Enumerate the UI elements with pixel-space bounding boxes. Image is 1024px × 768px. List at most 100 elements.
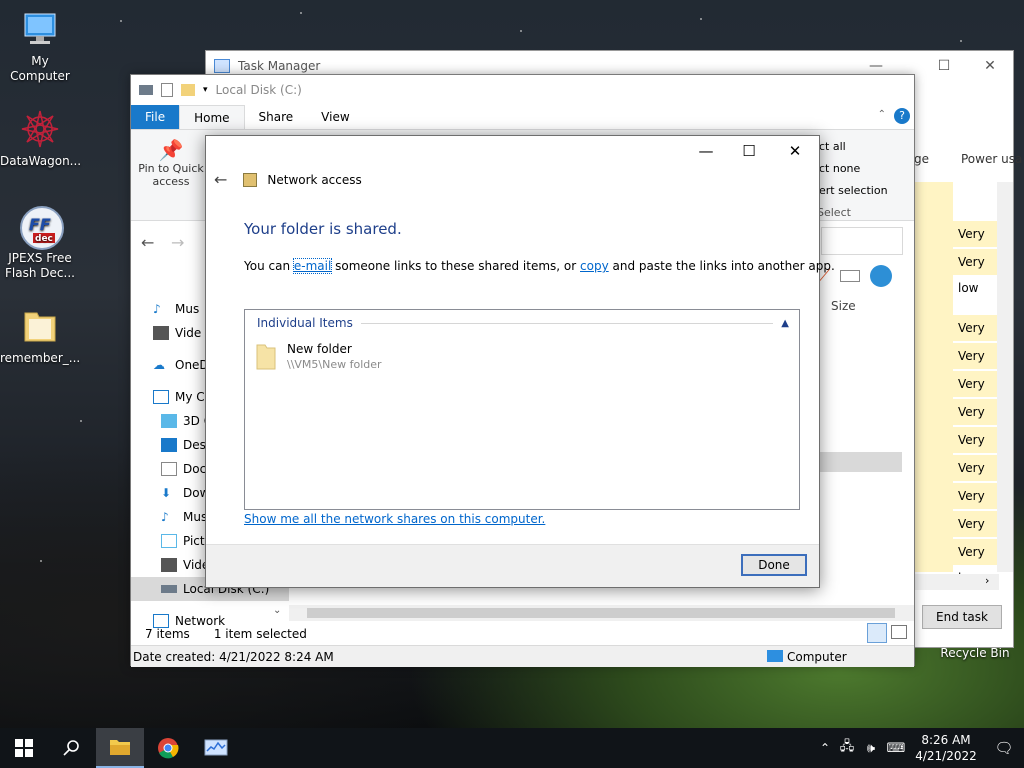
nav-item-videos-2[interactable]: Vide [161, 553, 209, 577]
task-manager-column-header[interactable]: ge [914, 152, 929, 166]
tab-view[interactable]: View [307, 105, 363, 129]
video-icon [153, 326, 169, 340]
content-hscroll[interactable] [289, 605, 914, 621]
pin-icon: 📌 [158, 138, 184, 162]
nav-item-music[interactable]: ♪ Mus [153, 297, 199, 321]
copy-link[interactable]: copy [580, 259, 609, 273]
select-all-button[interactable]: ct all [819, 140, 846, 153]
desktop-icon-my-computer[interactable]: My Computer [0, 8, 80, 84]
tab-home[interactable]: Home [179, 105, 245, 129]
power-usage-cell: Very low [953, 539, 997, 585]
ffdec-icon: FF dec [19, 205, 64, 250]
task-manager-column-power[interactable]: Power usa [961, 152, 1022, 166]
desktop-icon-remember[interactable]: remember_... [0, 305, 80, 366]
end-task-button[interactable]: End task [922, 605, 1002, 629]
nav-scroll-down-icon[interactable]: ⌄ [273, 605, 281, 616]
nav-item-videos[interactable]: Vide [153, 321, 201, 345]
nav-item-my-computer[interactable]: My Co [153, 385, 212, 409]
individual-items-group: Individual Items ▲ New folder \\VM5\New … [244, 309, 800, 510]
nav-item-documents[interactable]: Doc [161, 457, 206, 481]
shared-folder-item[interactable]: New folder \\VM5\New folder [255, 342, 382, 372]
dialog-minimize-icon[interactable]: — [683, 136, 729, 166]
back-arrow-icon[interactable]: ← [141, 233, 154, 252]
explorer-titlebar[interactable]: ▾ Local Disk (C:) [131, 75, 914, 105]
search-box[interactable] [821, 227, 903, 255]
taskbar-task-manager[interactable] [192, 728, 240, 768]
task-manager-scrollbar[interactable] [997, 182, 1013, 572]
pin-label: access [152, 175, 190, 188]
large-icons-view-icon[interactable] [891, 625, 907, 639]
collapse-icon[interactable]: ▲ [781, 318, 789, 329]
forward-arrow-icon[interactable]: → [171, 233, 184, 252]
collapse-ribbon-icon[interactable]: ⌃ [878, 109, 886, 120]
desktop-icon-datawagon[interactable]: DataWagon... [0, 108, 82, 169]
power-usage-cell: Very low [953, 511, 997, 557]
dialog-footer: Done [206, 544, 819, 587]
close-icon[interactable]: ✕ [967, 51, 1013, 81]
drive-icon [139, 85, 153, 95]
chevron-down-icon[interactable]: ▾ [203, 85, 208, 95]
new-folder-icon[interactable] [181, 84, 195, 96]
task-manager-icon [204, 739, 228, 756]
search-button[interactable] [48, 728, 96, 768]
nav-label: Doc [183, 462, 207, 476]
mail-icon[interactable] [840, 270, 861, 282]
tab-share[interactable]: Share [245, 105, 308, 129]
properties-icon[interactable] [161, 83, 173, 97]
task-manager-hscroll[interactable]: › [915, 574, 999, 590]
nav-item-onedrive[interactable]: ☁ OneD [153, 353, 209, 377]
show-hidden-icons-icon[interactable]: ⌃ [814, 741, 836, 755]
computer-label: Computer [787, 650, 847, 664]
desktop-icon-label: DataWagon... [0, 154, 82, 168]
search-icon [63, 740, 79, 756]
folder-icon [256, 344, 276, 370]
nav-item-music-2[interactable]: ♪ Mus [161, 505, 207, 529]
notification-icon[interactable]: 🗨 [984, 739, 1024, 757]
power-usage-cell: Very low [953, 371, 997, 417]
dialog-maximize-icon[interactable]: ☐ [726, 136, 772, 166]
taskbar-chrome[interactable] [144, 728, 192, 768]
volume-icon[interactable]: 🕪 [858, 741, 884, 756]
details-view-icon[interactable] [867, 623, 887, 643]
group-divider [360, 322, 774, 324]
power-usage-cell: Very low [953, 249, 997, 295]
cube-icon [161, 414, 177, 428]
hscroll-thumb[interactable] [307, 608, 895, 618]
file-explorer-icon [110, 740, 130, 755]
description-text: You can [244, 259, 294, 273]
description-text: someone links to these shared items, or [331, 259, 581, 273]
dialog-heading: Your folder is shared. [244, 220, 402, 238]
invert-selection-button[interactable]: ert selection [819, 184, 888, 197]
pin-to-quick-access-button[interactable]: 📌 Pin to Quick access [137, 138, 205, 188]
selected-row-highlight [819, 452, 902, 472]
tab-file[interactable]: File [131, 105, 180, 129]
svg-text:dec: dec [35, 234, 53, 244]
dialog-header: ← Network access [214, 170, 362, 189]
nav-item-downloads[interactable]: ⬇ Dow [161, 481, 209, 505]
select-group-label: Select [817, 206, 851, 219]
email-link[interactable]: e-mail [292, 258, 333, 274]
show-network-shares-link[interactable]: Show me all the network shares on this c… [244, 512, 545, 526]
group-header[interactable]: Individual Items ▲ [257, 316, 789, 330]
select-none-button[interactable]: ct none [819, 162, 860, 175]
maximize-icon[interactable]: ☐ [921, 51, 967, 81]
keyboard-icon[interactable]: ⌨ [884, 741, 908, 756]
nav-label: Mus [175, 302, 200, 316]
network-icon[interactable]: 🖧 [836, 737, 858, 759]
clock[interactable]: 8:26 AM 4/21/2022 [908, 732, 984, 764]
taskbar: ⌃ 🖧 🕪 ⌨ 8:26 AM 4/21/2022 🗨 [0, 728, 1024, 768]
back-arrow-icon[interactable]: ← [214, 170, 227, 189]
desktop-icon-jpexs[interactable]: FF dec JPEXS Free Flash Dec... [0, 205, 80, 281]
globe-icon[interactable] [870, 265, 893, 287]
network-access-dialog[interactable]: — ☐ ✕ ← Network access Your folder is sh… [205, 135, 835, 588]
svg-text:FF: FF [29, 215, 51, 234]
folder-path: \\VM5\New folder [287, 358, 382, 371]
done-button[interactable]: Done [741, 554, 807, 576]
dialog-close-icon[interactable]: ✕ [772, 136, 818, 166]
status-bar: 7 items 1 item selected [131, 623, 914, 645]
help-icon[interactable]: ? [894, 108, 910, 124]
start-button[interactable] [0, 728, 48, 768]
desktop-icon-label: My Computer [10, 54, 70, 83]
taskbar-file-explorer[interactable] [96, 728, 144, 768]
size-column-header[interactable]: Size [831, 299, 856, 313]
